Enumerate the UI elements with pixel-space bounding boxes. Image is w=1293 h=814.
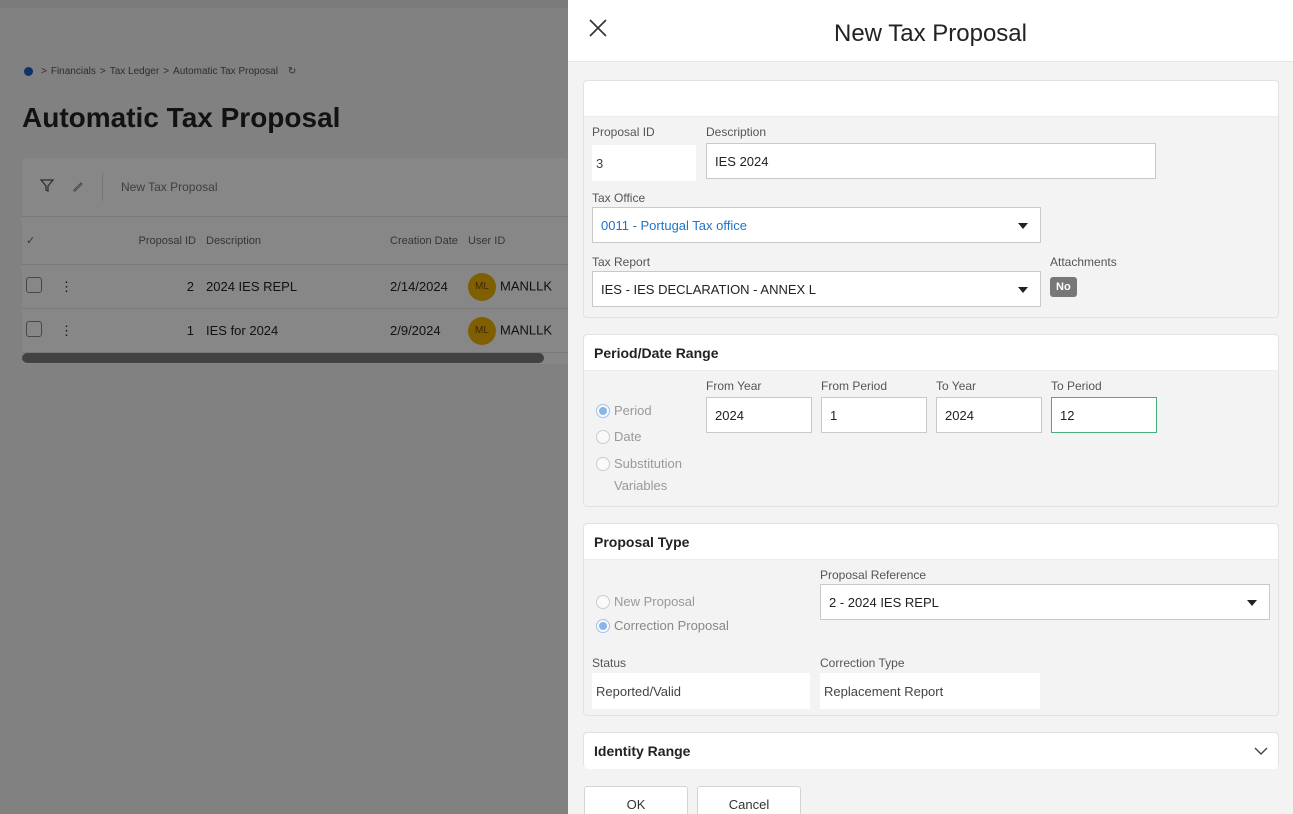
modal-overlay[interactable] [0,0,568,814]
section-title: Proposal Type [584,524,1278,560]
tax-report-label: Tax Report [592,255,651,269]
radio-substitution-variables[interactable]: Substitution Variables [596,453,706,497]
status-label: Status [592,656,627,670]
status-value: Reported/Valid [592,673,810,709]
period-date-range-section: Period/Date Range Period Date Substituti… [583,334,1279,507]
proposal-id-value: 3 [592,145,696,181]
cancel-button[interactable]: Cancel [697,786,801,814]
radio-date[interactable]: Date [596,429,641,444]
description-input[interactable]: IES 2024 [706,143,1156,179]
to-period-input[interactable]: 12 [1051,397,1157,433]
radio-icon [596,595,610,609]
radio-icon [596,457,610,471]
panel-title: New Tax Proposal [834,20,1027,47]
attachments-label: Attachments [1050,255,1117,269]
proposal-reference-value: 2 - 2024 IES REPL [829,594,939,610]
general-section-header [584,81,1278,117]
chevron-down-icon [1018,223,1028,229]
correction-type-label: Correction Type [820,656,905,670]
proposal-id-label: Proposal ID [592,125,655,139]
tax-report-select[interactable]: IES - IES DECLARATION - ANNEX L [592,271,1041,307]
identity-range-section[interactable]: Identity Range [583,732,1279,769]
section-title: Identity Range [584,733,1278,769]
tax-office-value: 0011 - Portugal Tax office [601,217,747,233]
radio-new-proposal[interactable]: New Proposal [596,594,695,609]
section-title: Period/Date Range [584,335,1278,371]
description-label: Description [706,125,767,139]
radio-icon [596,430,610,444]
radio-period[interactable]: Period [596,403,652,418]
from-year-label: From Year [706,379,762,393]
panel-header: New Tax Proposal [568,0,1293,62]
tax-office-label: Tax Office [592,191,646,205]
to-period-label: To Period [1051,379,1102,393]
radio-selected-icon [596,404,610,418]
chevron-down-icon[interactable] [1254,744,1268,759]
proposal-reference-label: Proposal Reference [820,568,927,582]
tax-office-select[interactable]: 0011 - Portugal Tax office [592,207,1041,243]
radio-correction-proposal[interactable]: Correction Proposal [596,618,729,633]
general-section: Proposal ID 3 Description IES 2024 Tax O… [583,80,1279,318]
ok-button[interactable]: OK [584,786,688,814]
proposal-type-section: Proposal Type New Proposal Correction Pr… [583,523,1279,716]
to-year-label: To Year [936,379,977,393]
chevron-down-icon [1247,600,1257,606]
to-year-input[interactable]: 2024 [936,397,1042,433]
radio-selected-icon [596,619,610,633]
from-year-input[interactable]: 2024 [706,397,812,433]
new-tax-proposal-panel: New Tax Proposal Proposal ID 3 Descripti… [568,0,1293,814]
chevron-down-icon [1018,287,1028,293]
from-period-label: From Period [821,379,888,393]
proposal-reference-select[interactable]: 2 - 2024 IES REPL [820,584,1270,620]
correction-type-value: Replacement Report [820,673,1040,709]
tax-report-value: IES - IES DECLARATION - ANNEX L [601,281,817,297]
attachments-badge: No [1050,277,1077,297]
from-period-input[interactable]: 1 [821,397,927,433]
